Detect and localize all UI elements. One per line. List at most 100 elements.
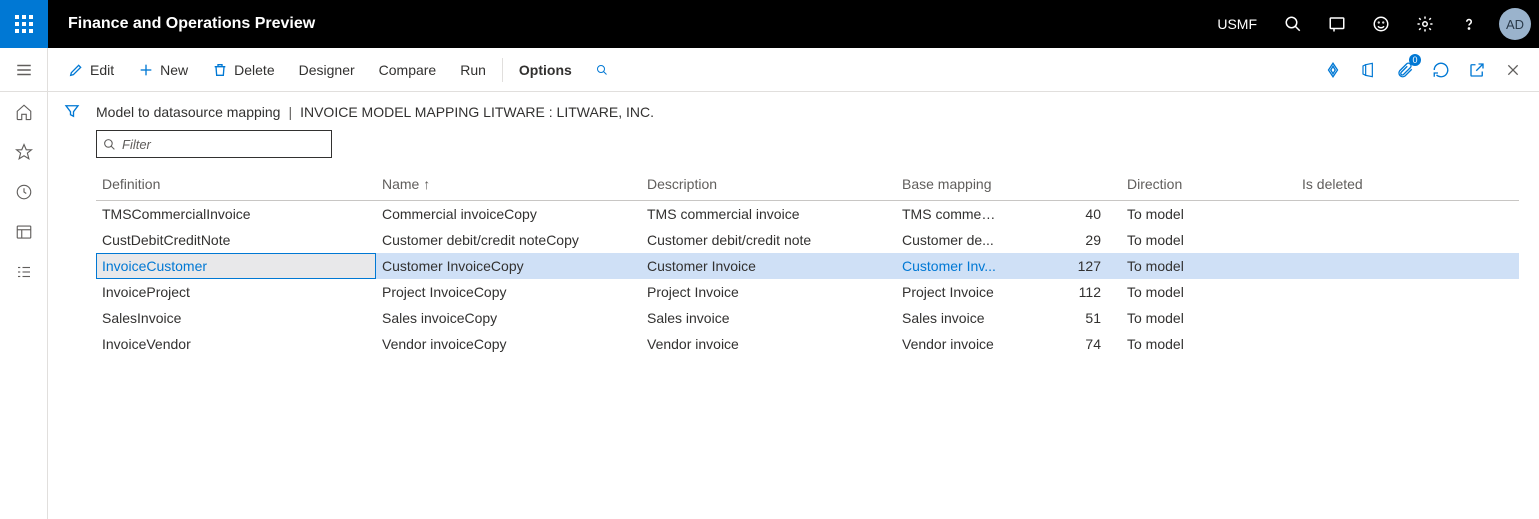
popout-button[interactable] [1459,52,1495,88]
delete-button[interactable]: Delete [200,48,286,92]
mapping-grid: Definition Name Description Base mapping… [96,168,1519,357]
power-apps-button[interactable] [1315,52,1351,88]
breadcrumb: Model to datasource mapping | INVOICE MO… [96,102,1519,130]
compare-button[interactable]: Compare [367,48,449,92]
cell-count[interactable]: 40 [1006,201,1121,228]
cell-count[interactable]: 74 [1006,331,1121,357]
delete-label: Delete [234,62,274,78]
cell-direction[interactable]: To model [1121,253,1296,279]
breadcrumb-separator: | [288,104,292,120]
search-icon [103,138,116,151]
messages-button[interactable] [1317,4,1357,44]
cell-count[interactable]: 51 [1006,305,1121,331]
table-row[interactable]: SalesInvoiceSales invoiceCopySales invoi… [96,305,1519,331]
cell-direction[interactable]: To model [1121,227,1296,253]
col-header-description[interactable]: Description [641,168,896,201]
cell-name[interactable]: Commercial invoiceCopy [376,201,641,228]
cell-definition[interactable]: CustDebitCreditNote [96,227,376,253]
feedback-button[interactable] [1361,4,1401,44]
filter-pane-toggle[interactable] [63,102,81,519]
grid-filter-box[interactable] [96,130,332,158]
cell-description[interactable]: Customer Invoice [641,253,896,279]
cell-is-deleted[interactable] [1296,227,1519,253]
col-header-is-deleted[interactable]: Is deleted [1296,168,1519,201]
table-row[interactable]: InvoiceCustomerCustomer InvoiceCopyCusto… [96,253,1519,279]
settings-button[interactable] [1405,4,1445,44]
table-row[interactable]: CustDebitCreditNoteCustomer debit/credit… [96,227,1519,253]
help-button[interactable] [1449,4,1489,44]
cell-count[interactable]: 112 [1006,279,1121,305]
run-button[interactable]: Run [448,48,498,92]
grid-filter-input[interactable] [122,137,325,152]
app-launcher-button[interactable] [0,0,48,48]
cell-count[interactable]: 127 [1006,253,1121,279]
table-row[interactable]: InvoiceVendorVendor invoiceCopyVendor in… [96,331,1519,357]
options-button[interactable]: Options [507,48,584,92]
cell-direction[interactable]: To model [1121,279,1296,305]
edit-button[interactable]: Edit [56,48,126,92]
office-button[interactable] [1351,52,1387,88]
cell-definition[interactable]: InvoiceVendor [96,331,376,357]
pencil-icon [68,62,84,78]
cell-is-deleted[interactable] [1296,253,1519,279]
command-search-button[interactable] [584,48,620,92]
waffle-icon [15,15,33,33]
nav-favorites[interactable] [0,132,48,172]
cell-direction[interactable]: To model [1121,201,1296,228]
cell-name[interactable]: Vendor invoiceCopy [376,331,641,357]
close-button[interactable] [1495,52,1531,88]
edit-label: Edit [90,62,114,78]
cell-definition[interactable]: SalesInvoice [96,305,376,331]
cell-base-mapping[interactable]: Customer de... [896,227,1006,253]
cell-base-mapping[interactable]: Vendor invoice [896,331,1006,357]
table-row[interactable]: InvoiceProjectProject InvoiceCopyProject… [96,279,1519,305]
breadcrumb-page: Model to datasource mapping [96,104,280,120]
cell-name[interactable]: Customer debit/credit noteCopy [376,227,641,253]
cell-base-mapping[interactable]: Customer Inv... [896,253,1006,279]
designer-button[interactable]: Designer [287,48,367,92]
nav-recent[interactable] [0,172,48,212]
attachments-button[interactable]: 0 [1387,52,1423,88]
nav-expand-button[interactable] [0,48,48,92]
trash-icon [212,62,228,78]
cell-description[interactable]: Customer debit/credit note [641,227,896,253]
cell-description[interactable]: Vendor invoice [641,331,896,357]
search-button[interactable] [1273,4,1313,44]
col-header-definition[interactable]: Definition [96,168,376,201]
cell-base-mapping[interactable]: TMS commer... [896,201,1006,228]
nav-home[interactable] [0,92,48,132]
cell-base-mapping[interactable]: Project Invoice [896,279,1006,305]
cell-is-deleted[interactable] [1296,201,1519,228]
cell-description[interactable]: Project Invoice [641,279,896,305]
cell-name[interactable]: Sales invoiceCopy [376,305,641,331]
cell-name[interactable]: Project InvoiceCopy [376,279,641,305]
table-row[interactable]: TMSCommercialInvoiceCommercial invoiceCo… [96,201,1519,228]
cell-direction[interactable]: To model [1121,305,1296,331]
cell-is-deleted[interactable] [1296,305,1519,331]
cell-is-deleted[interactable] [1296,279,1519,305]
nav-workspaces[interactable] [0,212,48,252]
cell-direction[interactable]: To model [1121,331,1296,357]
company-picker[interactable]: USMF [1205,16,1269,32]
cell-definition[interactable]: TMSCommercialInvoice [96,201,376,228]
cell-description[interactable]: TMS commercial invoice [641,201,896,228]
command-bar: Edit New Delete Designer Compare Run Opt… [48,48,1539,92]
new-button[interactable]: New [126,48,200,92]
cell-description[interactable]: Sales invoice [641,305,896,331]
cell-definition[interactable]: InvoiceCustomer [96,253,376,279]
grid-header-row: Definition Name Description Base mapping… [96,168,1519,201]
col-header-base-mapping[interactable]: Base mapping [896,168,1006,201]
refresh-button[interactable] [1423,52,1459,88]
cell-count[interactable]: 29 [1006,227,1121,253]
nav-modules[interactable] [0,252,48,292]
cell-definition[interactable]: InvoiceProject [96,279,376,305]
col-header-name[interactable]: Name [376,168,641,201]
plus-icon [138,62,154,78]
separator [502,58,503,82]
col-header-direction[interactable]: Direction [1121,168,1296,201]
cell-name[interactable]: Customer InvoiceCopy [376,253,641,279]
cell-is-deleted[interactable] [1296,331,1519,357]
cell-base-mapping[interactable]: Sales invoice [896,305,1006,331]
col-header-spacer [1006,168,1121,201]
avatar[interactable]: AD [1499,8,1531,40]
